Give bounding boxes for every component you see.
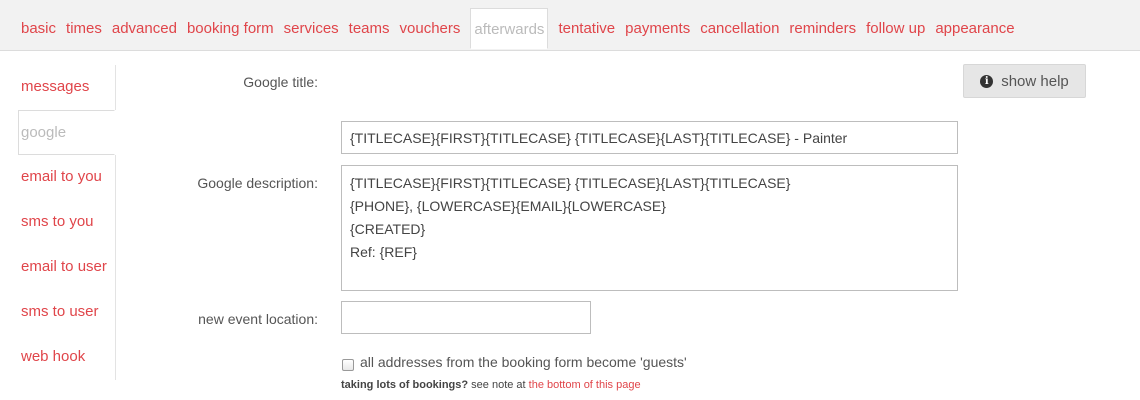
google-description-label: Google description: [197, 175, 318, 191]
tab-follow-up[interactable]: follow up [866, 20, 925, 49]
google-description-textarea[interactable]: {TITLECASE}{FIRST}{TITLECASE} {TITLECASE… [341, 165, 958, 291]
tab-payments[interactable]: payments [625, 20, 690, 49]
tab-teams[interactable]: teams [349, 20, 390, 49]
google-title-label: Google title: [243, 74, 318, 90]
bottom-of-page-link[interactable]: the bottom of this page [529, 379, 641, 391]
sidebar-item-sms-to-user[interactable]: sms to user [0, 290, 116, 335]
tab-basic[interactable]: basic [21, 20, 56, 49]
tab-cancellation[interactable]: cancellation [700, 20, 779, 49]
show-help-label: show help [1001, 72, 1069, 90]
tab-booking-form[interactable]: booking form [187, 20, 274, 49]
info-icon: i [980, 74, 994, 88]
sidebar-item-email-to-user[interactable]: email to user [0, 245, 116, 290]
tab-services[interactable]: services [284, 20, 339, 49]
sidebar-item-web-hook[interactable]: web hook [0, 335, 116, 380]
guests-checkbox-label: all addresses from the booking form beco… [360, 354, 687, 370]
tab-advanced[interactable]: advanced [112, 20, 177, 49]
guests-checkbox[interactable] [342, 359, 354, 371]
sidebar-item-messages[interactable]: messages [0, 65, 116, 110]
tab-afterwards[interactable]: afterwards [470, 8, 549, 49]
tab-vouchers[interactable]: vouchers [400, 20, 461, 49]
event-location-label: new event location: [198, 311, 318, 327]
tab-times[interactable]: times [66, 20, 102, 49]
note-bold-text: taking lots of bookings? [341, 379, 469, 391]
bookings-note: taking lots of bookings? see note at the… [341, 379, 641, 391]
sidebar: messages google email to you sms to you … [0, 65, 116, 380]
event-location-input[interactable] [341, 301, 591, 334]
google-title-input[interactable] [341, 121, 958, 154]
sidebar-item-email-to-you[interactable]: email to you [0, 155, 116, 200]
tab-appearance[interactable]: appearance [935, 20, 1014, 49]
note-text: see note at [468, 379, 529, 391]
tab-list: basic times advanced booking form servic… [21, 8, 1025, 49]
top-tab-bar: basic times advanced booking form servic… [0, 0, 1140, 51]
sidebar-item-google[interactable]: google [18, 110, 115, 155]
tab-reminders[interactable]: reminders [789, 20, 856, 49]
sidebar-item-sms-to-you[interactable]: sms to you [0, 200, 116, 245]
tab-tentative[interactable]: tentative [558, 20, 615, 49]
show-help-button[interactable]: i show help [963, 64, 1086, 98]
